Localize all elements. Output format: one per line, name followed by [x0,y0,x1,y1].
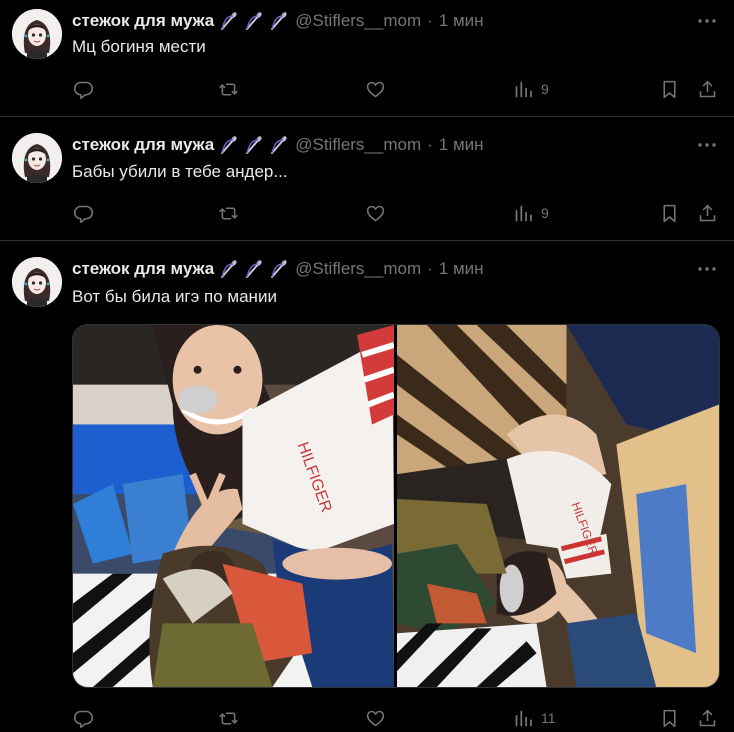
share-button[interactable] [697,201,718,225]
tweet-text: Бабы убили в тебе андер... [72,162,288,181]
views-button[interactable]: 9 [513,201,549,225]
bookmark-button[interactable] [659,77,680,101]
retweet-button[interactable] [218,201,239,225]
avatar[interactable] [12,9,62,59]
tweet[interactable]: стежок для мужа @Stiflers__mom · 1 мин В… [0,241,734,732]
reply-icon [73,81,94,99]
needle-icon [246,260,262,278]
needle-icon [271,12,287,30]
reply-icon [73,205,94,223]
like-icon [366,81,385,97]
author-handle[interactable]: @Stiflers__mom [295,259,421,279]
tweet-actions: 9 [72,77,722,101]
reply-button[interactable] [73,77,94,101]
name-emoji [218,134,290,156]
tweet-header: стежок для мужа @Stiflers__mom · 1 мин [72,134,722,156]
author-name[interactable]: стежок для мужа [72,135,214,155]
tweet[interactable]: стежок для мужа @Stiflers__mom · 1 мин М… [0,0,734,117]
needle-icon [271,260,287,278]
reply-icon [73,710,94,728]
timestamp[interactable]: 1 мин [439,135,484,155]
share-button[interactable] [697,706,718,730]
more-icon[interactable] [692,134,722,156]
timestamp[interactable]: 1 мин [439,259,484,279]
separator-dot: · [427,259,433,278]
retweet-button[interactable] [218,77,239,101]
retweet-button[interactable] [218,706,239,730]
bookmark-button[interactable] [659,706,680,730]
bookmark-icon [663,80,676,98]
share-icon [699,204,716,221]
separator-dot: · [427,11,433,30]
timeline: стежок для мужа @Stiflers__mom · 1 мин М… [0,0,734,732]
like-button[interactable] [365,706,386,730]
photo-rotated[interactable]: HILFIGER [397,325,719,687]
author-name[interactable]: стежок для мужа [72,11,214,31]
views-icon [515,81,532,97]
more-icon[interactable] [692,258,722,280]
needle-icon [221,260,237,278]
name-emoji [218,258,290,280]
like-button[interactable] [365,201,386,225]
views-button[interactable]: 11 [513,706,556,730]
more-icon[interactable] [692,10,722,32]
media-gallery: HILFIGER HILFIGER [72,324,720,688]
tweet[interactable]: стежок для мужа @Stiflers__mom · 1 мин Б… [0,117,734,241]
avatar[interactable] [12,257,62,307]
tweet-text: Вот бы била игэ по мании [72,287,277,306]
name-emoji [218,10,290,32]
timestamp[interactable]: 1 мин [439,11,484,31]
like-icon [366,710,385,726]
reply-button[interactable] [73,201,94,225]
views-icon [515,710,532,726]
reply-button[interactable] [73,706,94,730]
photo-selfie[interactable]: HILFIGER [73,325,394,687]
share-icon [699,80,716,97]
share-button[interactable] [697,77,718,101]
avatar[interactable] [12,133,62,183]
views-count: 11 [541,710,556,726]
needle-icon [246,136,262,154]
views-count: 9 [541,81,549,97]
tweet-header: стежок для мужа @Stiflers__mom · 1 мин [72,258,722,280]
share-icon [699,709,716,726]
author-handle[interactable]: @Stiflers__mom [295,11,421,31]
tweet-actions: 9 [72,201,722,225]
needle-icon [246,12,262,30]
author-name[interactable]: стежок для мужа [72,259,214,279]
retweet-icon [219,82,238,96]
tweet-text: Мц богиня мести [72,37,206,56]
needle-icon [221,12,237,30]
views-count: 9 [541,205,549,221]
views-button[interactable]: 9 [513,77,549,101]
separator-dot: · [427,135,433,154]
like-button[interactable] [365,77,386,101]
author-handle[interactable]: @Stiflers__mom [295,135,421,155]
like-icon [366,205,385,221]
tweet-actions: 11 [72,706,722,730]
retweet-icon [219,206,238,220]
views-icon [515,205,532,221]
bookmark-icon [663,204,676,222]
bookmark-button[interactable] [659,201,680,225]
needle-icon [221,136,237,154]
needle-icon [271,136,287,154]
bookmark-icon [663,709,676,727]
tweet-header: стежок для мужа @Stiflers__mom · 1 мин [72,10,722,32]
retweet-icon [219,711,238,725]
